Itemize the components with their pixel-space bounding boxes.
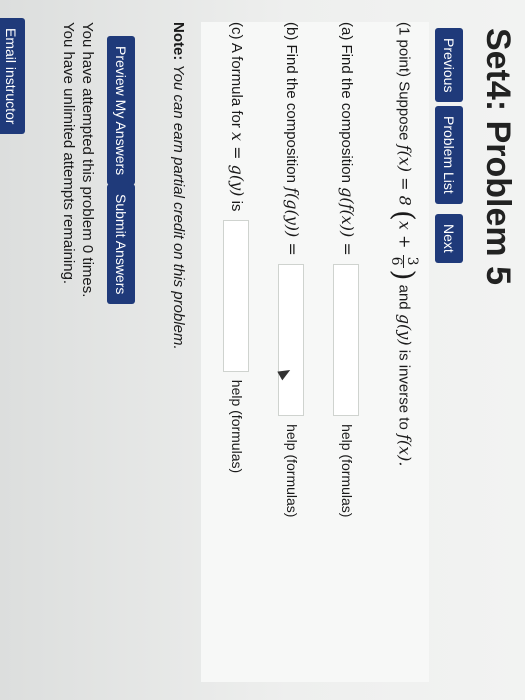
part-c-answer-input[interactable]	[223, 219, 249, 372]
partial-credit-note: Note: You can earn partial credit on thi…	[170, 22, 187, 350]
fraction: 3 6	[388, 254, 420, 268]
part-a-help-link[interactable]: help (formulas)	[339, 424, 355, 517]
attempts-status: You have attempted this problem 0 times.…	[59, 22, 97, 297]
attempted-count-text: You have attempted this problem 0 times.	[79, 22, 96, 298]
function-g: g(y)	[395, 313, 415, 346]
preview-answers-button[interactable]: Preview My Answers	[107, 36, 135, 186]
part-c-math: x = g(y)	[228, 132, 248, 197]
problem-body: (1 point) Suppose f(x) = 8 (x + 3 6 ) an…	[201, 22, 429, 682]
page-title: Set4: Problem 5	[479, 28, 517, 285]
webwork-page: Set4: Problem 5 Previous Problem List Ne…	[0, 0, 525, 700]
submit-answers-button[interactable]: Submit Answers	[107, 184, 135, 305]
open-paren: (	[387, 209, 421, 221]
fraction-denominator: 6	[388, 256, 404, 266]
part-a-math: g(f(x)) =	[338, 187, 358, 256]
function-fx: f(x).	[395, 433, 415, 467]
problem-list-button[interactable]: Problem List	[435, 106, 463, 204]
part-c: (c) A formula for x = g(y) is help (form…	[223, 22, 249, 473]
part-b-help-link[interactable]: help (formulas)	[284, 424, 300, 517]
previous-button[interactable]: Previous	[435, 28, 463, 103]
problem-intro-prefix: (1 point) Suppose	[395, 22, 413, 141]
close-paren: )	[387, 269, 421, 281]
problem-inverse-text: is inverse to	[395, 349, 413, 430]
part-b-label: (b) Find the composition	[283, 22, 301, 183]
part-c-is: is	[228, 200, 246, 212]
note-label: Note:	[170, 22, 187, 61]
email-instructor-button[interactable]: Email instructor	[0, 18, 25, 135]
photo-background: Set4: Problem 5 Previous Problem List Ne…	[0, 0, 525, 700]
part-c-label: (c) A formula for	[228, 22, 246, 128]
part-a: (a) Find the composition g(f(x)) = help …	[333, 22, 359, 517]
part-a-answer-input[interactable]	[333, 263, 359, 416]
note-text: You can earn partial credit on this prob…	[170, 64, 187, 350]
function-f-definition: f(x) = 8	[395, 144, 415, 206]
part-c-help-link[interactable]: help (formulas)	[229, 380, 245, 473]
part-b: (b) Find the composition f(g(y)) = help …	[278, 22, 304, 517]
problem-statement: (1 point) Suppose f(x) = 8 (x + 3 6 ) an…	[387, 22, 421, 467]
part-a-label: (a) Find the composition	[338, 22, 356, 183]
inner-expression: x +	[395, 220, 415, 249]
next-button[interactable]: Next	[435, 214, 463, 263]
part-b-math: f(g(y)) =	[283, 187, 303, 256]
attempts-remaining-text: You have unlimited attempts remaining.	[60, 22, 77, 285]
problem-and: and	[395, 284, 413, 310]
part-b-answer-input[interactable]	[278, 263, 304, 416]
fraction-numerator: 3	[403, 254, 420, 268]
